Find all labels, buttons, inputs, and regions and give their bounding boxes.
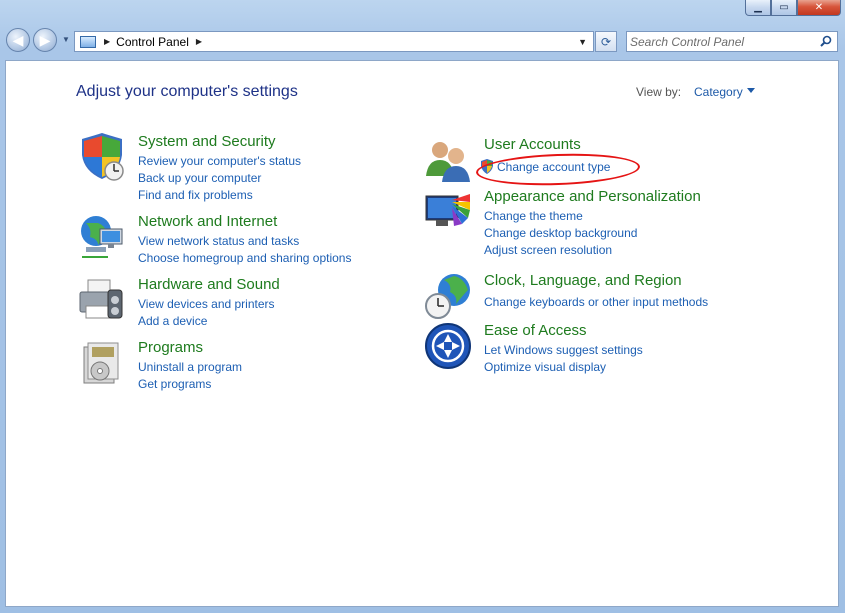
link-network-status[interactable]: View network status and tasks [138,234,299,248]
view-by-dropdown[interactable]: Category [694,85,743,99]
window-controls: ▁ ▭ ✕ [745,0,841,16]
view-by-label: View by: [636,85,682,99]
view-by-caret-icon[interactable] [747,88,755,93]
category-title[interactable]: Hardware and Sound [138,276,280,293]
category-system-security: System and Security Review your computer… [78,133,378,203]
monitor-colors-icon[interactable] [424,188,472,236]
network-globe-icon[interactable] [78,213,126,261]
link-add-device[interactable]: Add a device [138,314,207,328]
address-dropdown-icon[interactable]: ▼ [578,37,587,47]
link-keyboards[interactable]: Change keyboards or other input methods [484,295,708,309]
category-hardware-sound: Hardware and Sound View devices and prin… [78,276,378,328]
title-bar: ▁ ▭ ✕ [0,0,845,20]
category-title[interactable]: Network and Internet [138,213,277,230]
search-box[interactable] [626,31,838,52]
refresh-icon: ⟳ [600,34,612,49]
forward-button[interactable]: ▶ [33,28,57,52]
users-icon[interactable] [424,136,472,184]
clock-globe-icon[interactable] [424,272,472,320]
arrow-right-icon: ▶ [39,31,51,48]
back-button[interactable]: ◀ [6,28,30,52]
refresh-button[interactable]: ⟳ [595,31,617,52]
category-programs: Programs Uninstall a program Get program… [78,339,378,391]
address-bar[interactable]: ▶ Control Panel ▶ ▼ [74,31,594,52]
link-suggest-settings[interactable]: Let Windows suggest settings [484,343,643,357]
search-icon[interactable] [820,35,832,47]
printer-icon[interactable] [78,276,126,324]
programs-box-icon[interactable] [78,339,126,387]
category-network-internet: Network and Internet View network status… [78,213,378,265]
breadcrumb-separator-icon[interactable]: ▶ [104,37,110,46]
arrow-left-icon: ◀ [12,31,24,48]
category-clock-language: Clock, Language, and Region Change keybo… [424,272,744,324]
link-screen-resolution[interactable]: Adjust screen resolution [484,243,612,257]
control-panel-icon [80,35,96,48]
recent-pages-dropdown-icon[interactable]: ▼ [62,35,70,44]
shield-icon[interactable] [78,133,126,181]
navigation-bar: ◀ ▶ ▼ ▶ Control Panel ▶ ▼ ⟳ [0,26,845,56]
link-desktop-background[interactable]: Change desktop background [484,226,637,240]
ease-of-access-icon[interactable] [424,322,472,370]
category-title[interactable]: Appearance and Personalization [484,188,701,205]
category-ease-access: Ease of Access Let Windows suggest setti… [424,322,724,374]
category-title[interactable]: Ease of Access [484,322,587,339]
breadcrumb-control-panel[interactable]: Control Panel [116,35,189,49]
maximize-button[interactable]: ▭ [771,0,797,16]
link-back-up[interactable]: Back up your computer [138,171,261,185]
category-title[interactable]: Programs [138,339,203,356]
minimize-button[interactable]: ▁ [745,0,771,16]
category-title[interactable]: User Accounts [484,136,581,153]
close-button[interactable]: ✕ [797,0,841,16]
link-uninstall[interactable]: Uninstall a program [138,360,242,374]
link-find-fix[interactable]: Find and fix problems [138,188,253,202]
content-pane: Adjust your computer's settings View by:… [5,60,839,607]
window-frame: ▁ ▭ ✕ ◀ ▶ ▼ ▶ Control Panel ▶ ▼ ⟳ Search… [0,0,845,613]
search-input[interactable] [630,33,815,50]
category-appearance: Appearance and Personalization Change th… [424,188,744,258]
link-homegroup[interactable]: Choose homegroup and sharing options [138,251,351,265]
category-title[interactable]: Clock, Language, and Region [484,272,682,289]
link-devices-printers[interactable]: View devices and printers [138,297,275,311]
category-title[interactable]: System and Security [138,133,276,150]
page-title: Adjust your computer's settings [76,83,298,100]
link-optimize-display[interactable]: Optimize visual display [484,360,606,374]
link-change-theme[interactable]: Change the theme [484,209,583,223]
link-get-programs[interactable]: Get programs [138,377,211,391]
link-review-status[interactable]: Review your computer's status [138,154,301,168]
breadcrumb-separator-icon[interactable]: ▶ [196,37,202,46]
